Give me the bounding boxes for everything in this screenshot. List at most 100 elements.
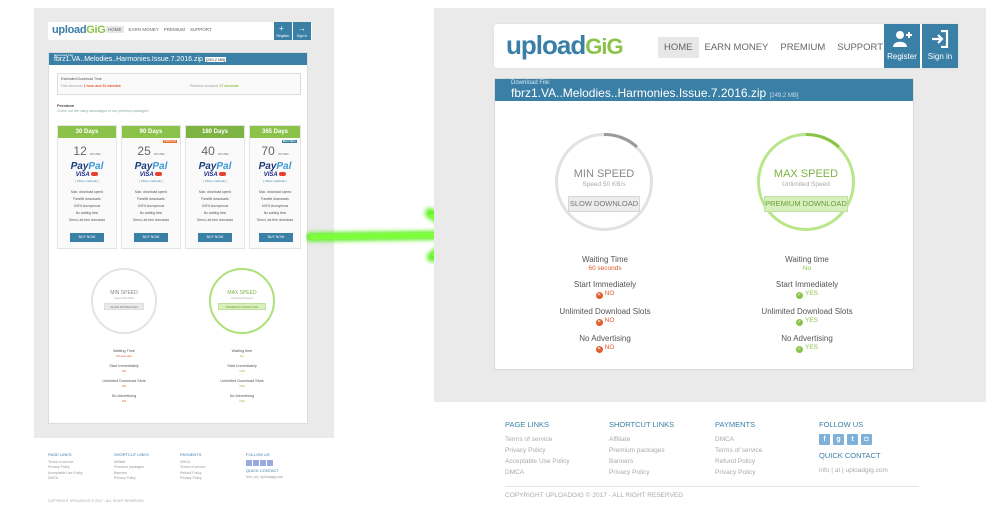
footer-link[interactable]: DMCA — [505, 467, 570, 478]
free-estimate: Free Account: 1 hour and 31 minutes — [61, 84, 121, 88]
min-speed-stats: Waiting Time 60 seconds Start Immediatel… — [525, 255, 685, 361]
buy-now-button[interactable]: BUY NOW — [70, 233, 104, 242]
visa-mastercard-logo: VISA — [58, 172, 116, 178]
file-titlebar: Download File: fbrz1.VA..Melodies..Harmo… — [495, 79, 913, 101]
nav-support[interactable]: SUPPORT — [831, 37, 889, 58]
mini-header: uploadGiG HOME EARN MONEY PREMIUM SUPPOR… — [48, 22, 312, 40]
other-methods-link[interactable]: [ Other methods ] — [250, 179, 300, 183]
register-label: Register — [887, 52, 917, 61]
footer-payments: PAYMENTS DMCA Terms of service Refund Po… — [715, 420, 763, 478]
mini-signin-button[interactable]: → Sign in — [293, 22, 311, 40]
mini-nav-home[interactable]: HOME — [106, 26, 124, 33]
paypal-logo: PayPal — [134, 161, 168, 172]
user-plus-icon — [893, 31, 912, 47]
buy-now-button[interactable]: BUY NOW — [259, 233, 293, 242]
paypal-logo: PayPal — [258, 161, 292, 172]
mini-footer-page-links: PAGE LINKS Terms of service Privacy Polic… — [48, 452, 83, 480]
buy-now-button[interactable]: BUY NOW — [134, 233, 168, 242]
other-methods-link[interactable]: [ Other methods ] — [186, 179, 244, 183]
max-speed-circle: MAX SPEED Unlimited Speed PREMIUM DOWNLO… — [757, 133, 855, 231]
footer-link[interactable]: Premium packages — [609, 445, 674, 456]
no-icon: ✕ — [595, 292, 603, 299]
instagram-icon[interactable]: ◘ — [861, 434, 872, 445]
contact-email[interactable]: info | at | uploadgig.com — [819, 465, 888, 476]
nav-earn-money[interactable]: EARN MONEY — [699, 37, 775, 58]
mini-file-titlebar: Download File: fbrz1.VA..Melodies..Harmo… — [49, 53, 307, 65]
mini-nav: HOME EARN MONEY PREMIUM SUPPORT — [106, 26, 212, 33]
signin-button[interactable]: Sign in — [922, 24, 958, 68]
plan-price: 70 00 USD — [261, 144, 289, 158]
register-button[interactable]: Register — [884, 24, 920, 68]
facebook-icon[interactable]: f — [819, 434, 830, 445]
popular-badge: POPULAR — [163, 140, 177, 143]
stat-no-advertising: No Advertising ✕ NO — [579, 334, 631, 353]
paypal-logo: PayPal — [198, 161, 232, 172]
mini-nav-earn[interactable]: EARN MONEY — [129, 27, 159, 33]
footer-link[interactable]: Affiliate — [609, 434, 674, 445]
no-icon: ✕ — [595, 319, 603, 326]
footer-link[interactable]: Privacy Policy — [715, 467, 762, 478]
mini-footer-payments: PAYMENTS DMCA Terms of service Refund Poli… — [180, 452, 206, 480]
yes-icon: ✓ — [795, 319, 803, 326]
mini-min-stats: Waiting Time 60 seconds Start Immediately… — [102, 349, 146, 403]
nav-premium[interactable]: PREMIUM — [774, 37, 831, 58]
plan-price: 25 00 USD — [137, 144, 165, 158]
signin-label: Sign in — [927, 52, 953, 61]
footer-page-links: PAGE LINKS Terms of service Privacy Poli… — [505, 420, 570, 478]
footer-link[interactable]: Refund Policy — [715, 456, 762, 467]
visa-mastercard-logo: VISA — [122, 172, 180, 178]
yes-icon: ✓ — [795, 346, 803, 353]
visa-mastercard-logo: VISA — [186, 172, 244, 178]
progress-arc — [805, 133, 841, 149]
file-size: [249.2 MB] — [769, 93, 799, 99]
stat-start-immediately: Start Immediately ✕ NO — [573, 280, 637, 299]
mini-nav-premium[interactable]: PREMIUM — [164, 27, 185, 33]
stat-unlimited-slots: Unlimited Download Slots ✓ YES — [761, 307, 853, 326]
nav-home[interactable]: HOME — [658, 37, 699, 58]
footer-link[interactable]: Terms of service — [505, 434, 570, 445]
premium-subtitle: Check out the many advantages of our pre… — [57, 109, 149, 113]
stat-waiting-time: Waiting Time 60 seconds — [582, 255, 628, 272]
premium-estimate: Premium Account: 27 seconds — [190, 84, 239, 88]
plan-days: 365 Days — [250, 126, 300, 138]
mini-logo[interactable]: uploadGiG — [52, 24, 106, 36]
google-plus-icon[interactable]: g — [833, 434, 844, 445]
plan-days: 30 Days — [58, 126, 116, 138]
stat-unlimited-slots: Unlimited Download Slots ✕ NO — [559, 307, 651, 326]
twitter-icon[interactable]: t — [847, 434, 858, 445]
mini-download-panel: Download File: fbrz1.VA..Melodies..Harmo… — [48, 52, 308, 424]
mini-max-sub: Unlimited Speed — [230, 296, 253, 300]
full-page-screenshot: uploadGiG HOME EARN MONEY PREMIUM SUPPOR… — [0, 0, 344, 510]
plan-features: Max. download speed Parallel downloads 100… — [257, 190, 293, 222]
mini-nav-support[interactable]: SUPPORT — [190, 27, 212, 33]
footer-link[interactable]: Privacy Policy — [609, 467, 674, 478]
mini-slow-download-button[interactable]: SLOW DOWNLOAD — [104, 303, 144, 310]
mini-min-speed-circle: MIN SPEED Speed 50 KB/s SLOW DOWNLOAD — [91, 268, 157, 334]
estimated-time-box: Estimated Download Time Free Account: 1 … — [57, 73, 301, 95]
mini-premium-download-button[interactable]: PREMIUM DOWNLOAD — [218, 303, 266, 310]
max-speed-stats: Waiting time No Start Immediately ✓ YES U… — [727, 255, 887, 361]
estimated-title: Estimated Download Time — [61, 77, 102, 81]
mini-copyright: COPYRIGHT UPLOADGIG © 2017 - ALL RIGHT R… — [48, 499, 144, 503]
plan-card-180: 180 Days 40 00 USD PayPal VISA [ Other m… — [185, 125, 245, 249]
mini-register-button[interactable]: + Register — [274, 22, 292, 40]
footer-link[interactable]: Privacy Policy — [505, 445, 570, 456]
copyright-text: COPYRIGHT UPLOADGIG © 2017 - ALL RIGHT R… — [505, 492, 683, 499]
buy-now-button[interactable]: BUY NOW — [198, 233, 232, 242]
min-speed-circle: MIN SPEED Speed 50 KB/s SLOW DOWNLOAD — [555, 133, 653, 231]
plan-days: 90 Days — [122, 126, 180, 138]
footer-link[interactable]: Acceptable Use Policy — [505, 456, 570, 467]
social-icons: f g t ◘ — [819, 434, 888, 445]
plan-features: Max. download speed Parallel downloads 100… — [197, 190, 233, 222]
other-methods-link[interactable]: [ Other methods ] — [58, 179, 116, 183]
stat-no-advertising: No Advertising ✓ YES — [781, 334, 833, 353]
footer-link[interactable]: Banners — [609, 456, 674, 467]
main-nav: HOME EARN MONEY PREMIUM SUPPORT — [658, 37, 889, 58]
other-methods-link[interactable]: [ Other methods ] — [122, 179, 180, 183]
premium-heading: Premium — [57, 103, 75, 108]
uploadgig-logo[interactable]: uploadGiG — [506, 30, 624, 61]
footer-link[interactable]: Terms of service — [715, 445, 762, 456]
download-panel: Download File: fbrz1.VA..Melodies..Harmo… — [494, 78, 914, 370]
paypal-logo: PayPal — [70, 161, 104, 172]
footer-link[interactable]: DMCA — [715, 434, 762, 445]
